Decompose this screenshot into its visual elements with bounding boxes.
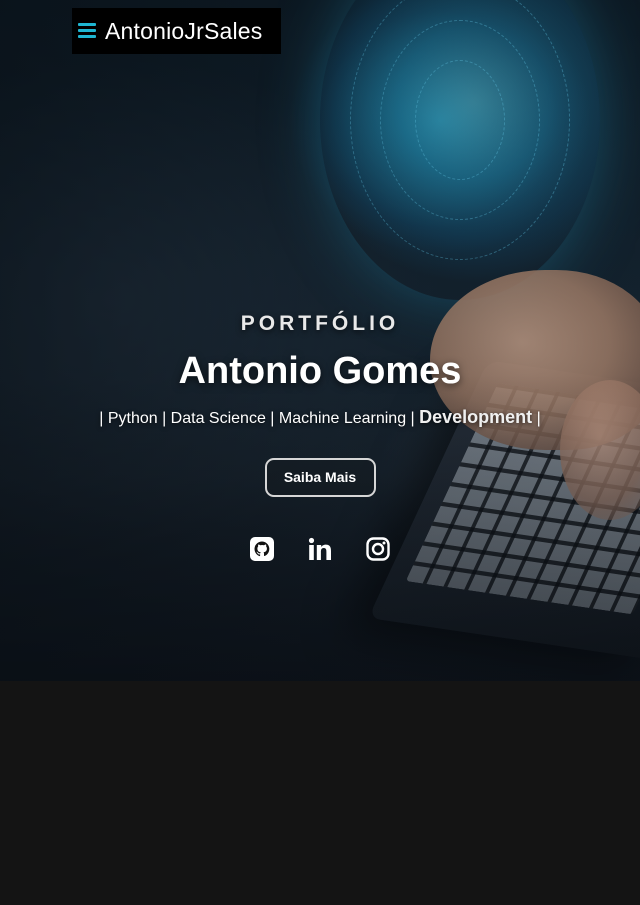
saiba-mais-button[interactable]: Saiba Mais [264,458,376,497]
skills-tail-text: | [536,410,541,427]
instagram-icon[interactable] [366,535,390,563]
top-navbar: AntonioJrSales [72,8,281,54]
hero-skills: | Python | Data Science | Machine Learni… [0,407,640,428]
skills-typed-text: Development [419,407,533,427]
hero-name: Antonio Gomes [178,350,462,392]
linkedin-icon[interactable] [308,535,332,563]
hero-section: PORTFÓLIO Antonio Gomes | Python | Data … [0,0,640,681]
page: PORTFÓLIO Antonio Gomes | Python | Data … [0,0,640,905]
content-area [0,681,640,905]
hero-kicker: PORTFÓLIO [240,312,400,335]
social-links [0,535,640,563]
skills-static-text: | Python | Data Science | Machine Learni… [99,410,420,427]
brand-logo-text[interactable]: AntonioJrSales [105,18,263,45]
hero-content: PORTFÓLIO Antonio Gomes | Python | Data … [0,312,640,497]
github-icon[interactable] [250,535,274,563]
hamburger-menu-icon[interactable] [78,23,96,39]
